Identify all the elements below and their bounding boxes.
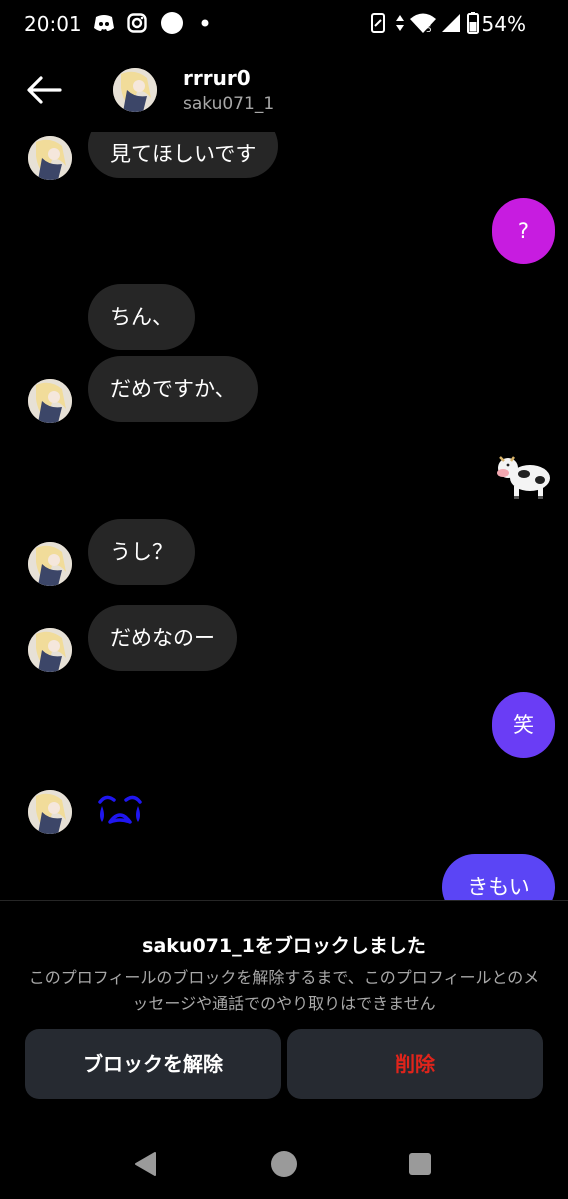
- sender-avatar[interactable]: [28, 136, 72, 180]
- sender-avatar[interactable]: [28, 790, 72, 834]
- message-text: だめなのー: [110, 626, 215, 650]
- svg-text:5: 5: [426, 25, 432, 34]
- sender-avatar[interactable]: [28, 628, 72, 672]
- blocked-description: このプロフィールのブロックを解除するまで、このプロフィールとのメッセージや通話で…: [28, 968, 540, 1013]
- message-text: ちん、: [110, 305, 173, 329]
- message-text: 笑: [513, 713, 534, 737]
- signal-icon: [440, 12, 462, 34]
- cow-emoji[interactable]: 🐄: [494, 448, 554, 502]
- circle-notification-icon: [160, 12, 184, 34]
- message-text: きもい: [467, 875, 530, 899]
- message-text: だめですか、: [110, 377, 236, 401]
- home-circle-icon[interactable]: [268, 1148, 300, 1180]
- vibrate-icon: [368, 12, 388, 34]
- sender-avatar[interactable]: [28, 379, 72, 423]
- battery-icon: [466, 12, 480, 34]
- battery-percent: 54%: [481, 12, 526, 36]
- blocked-notice-panel: saku071_1をブロックしました このプロフィールのブロックを解除するまで、…: [0, 900, 568, 1131]
- unblock-button[interactable]: ブロックを解除: [25, 1029, 281, 1099]
- status-bar: 20:01 5 54%: [0, 0, 568, 48]
- sender-avatar[interactable]: [28, 542, 72, 586]
- delete-button[interactable]: 削除: [287, 1029, 543, 1099]
- received-message-bubble[interactable]: 見てほしいです: [88, 132, 279, 178]
- system-nav-bar: [0, 1130, 568, 1199]
- dot-icon: [200, 12, 210, 34]
- received-message-bubble[interactable]: うし？: [88, 519, 195, 585]
- recents-square-icon[interactable]: [404, 1148, 436, 1180]
- sent-message-bubble[interactable]: 笑: [492, 692, 555, 758]
- back-triangle-icon[interactable]: [130, 1148, 162, 1180]
- wifi-icon: 5: [408, 12, 438, 34]
- contact-display-name[interactable]: rrrur0: [183, 66, 251, 90]
- discord-icon: [92, 12, 116, 34]
- message-text: うし？: [110, 540, 173, 564]
- contact-username[interactable]: saku071_1: [183, 94, 274, 114]
- profile-avatar[interactable]: [113, 68, 157, 112]
- received-message-bubble[interactable]: ちん、: [88, 284, 195, 350]
- received-message-bubble[interactable]: だめですか、: [88, 356, 258, 422]
- status-time: 20:01: [24, 12, 82, 36]
- data-arrows-icon: [394, 12, 406, 34]
- received-message-bubble[interactable]: だめなのー: [88, 605, 237, 671]
- crying-face-emoji[interactable]: 😭: [94, 788, 146, 830]
- message-text: ?: [517, 219, 530, 243]
- chat-header: rrrur0 saku071_1: [0, 48, 568, 132]
- message-text: 見てほしいです: [110, 142, 257, 166]
- sent-message-bubble[interactable]: ?: [492, 198, 555, 264]
- message-list[interactable]: 見てほしいです ? ちん、 だめですか、 🐄 うし？: [0, 132, 568, 900]
- instagram-icon: [126, 12, 148, 34]
- back-arrow-icon[interactable]: [24, 74, 64, 106]
- blocked-title: saku071_1をブロックしました: [142, 935, 426, 957]
- sent-message-bubble[interactable]: きもい: [442, 854, 555, 900]
